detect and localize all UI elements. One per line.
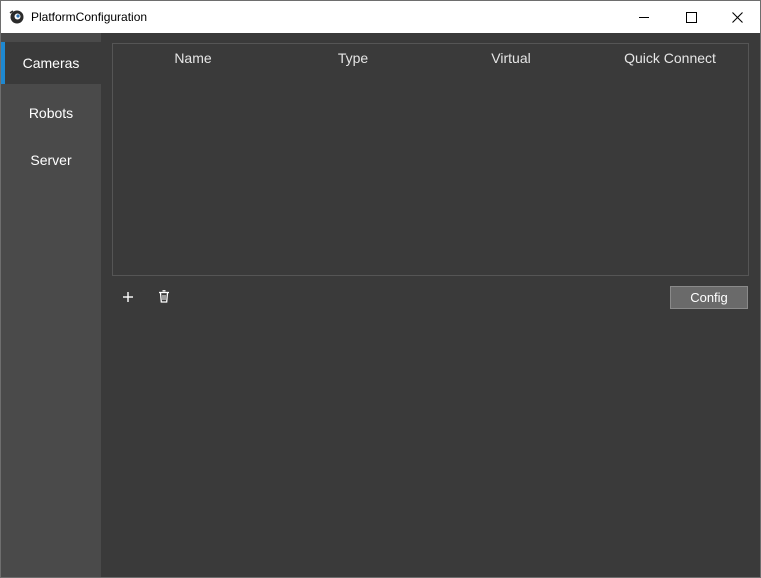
maximize-icon bbox=[685, 11, 697, 23]
close-icon bbox=[731, 11, 743, 23]
sidebar-item-server[interactable]: Server bbox=[1, 136, 101, 183]
minimize-button[interactable] bbox=[621, 1, 667, 33]
plus-icon bbox=[122, 288, 134, 307]
sidebar-item-label: Cameras bbox=[22, 55, 80, 71]
window-title: PlatformConfiguration bbox=[31, 10, 148, 24]
sidebar-item-label: Server bbox=[30, 151, 72, 168]
sidebar: Cameras Robots Server bbox=[1, 33, 101, 577]
maximize-button[interactable] bbox=[668, 1, 714, 33]
app-eye-icon bbox=[9, 9, 25, 25]
trash-icon bbox=[158, 288, 170, 307]
sidebar-item-cameras[interactable]: Cameras bbox=[1, 42, 101, 84]
sidebar-item-label: Robots bbox=[28, 104, 74, 121]
active-tab-indicator bbox=[1, 42, 5, 84]
config-button[interactable]: Config bbox=[670, 286, 748, 309]
minimize-icon bbox=[639, 12, 649, 22]
column-header-name[interactable]: Name bbox=[174, 50, 211, 66]
column-header-virtual[interactable]: Virtual bbox=[491, 50, 530, 66]
column-header-type[interactable]: Type bbox=[338, 50, 368, 66]
add-button[interactable] bbox=[117, 286, 139, 308]
sidebar-item-robots[interactable]: Robots bbox=[1, 89, 101, 136]
title-bar[interactable]: PlatformConfiguration bbox=[1, 1, 760, 33]
close-button[interactable] bbox=[714, 1, 760, 33]
delete-button[interactable] bbox=[153, 286, 175, 308]
cameras-table[interactable]: Name Type Virtual Quick Connect bbox=[112, 43, 749, 276]
app-window: PlatformConfiguration Cameras Robots Ser… bbox=[0, 0, 761, 578]
column-header-quick-connect[interactable]: Quick Connect bbox=[624, 50, 716, 66]
